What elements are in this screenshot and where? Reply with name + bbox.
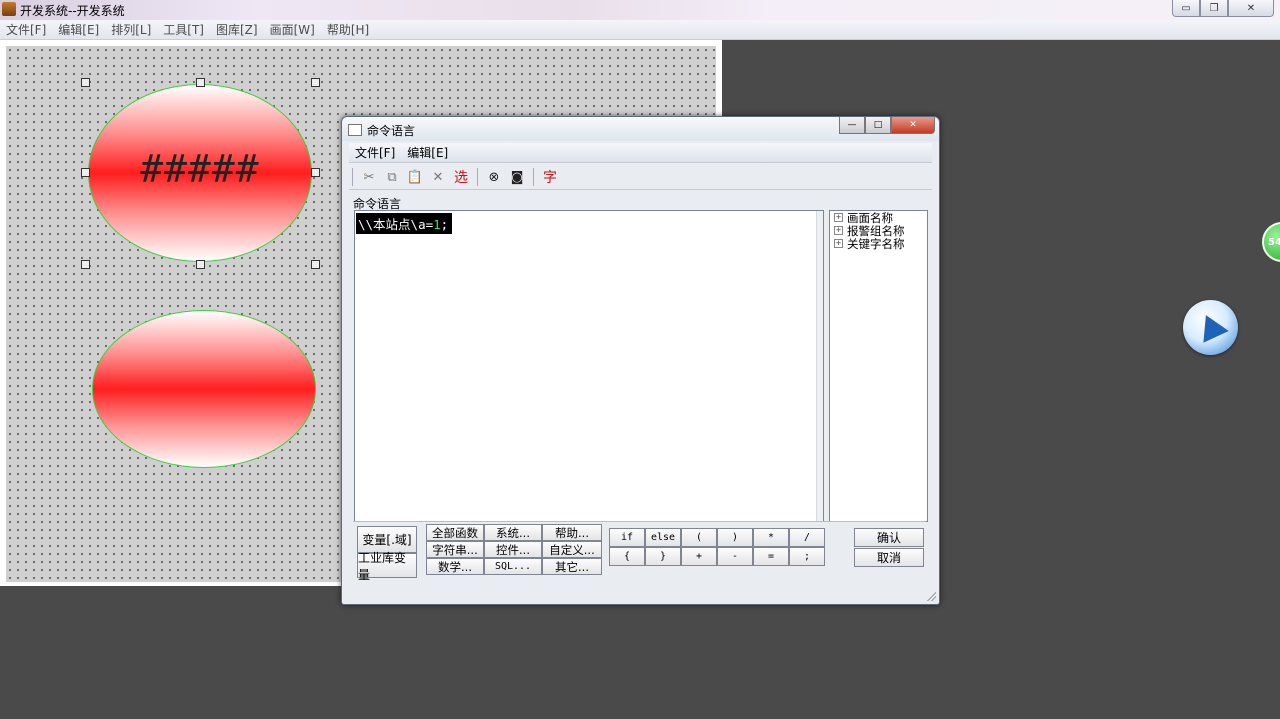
custom-functions-button[interactable]: 自定义... bbox=[542, 541, 602, 558]
resize-handle-l[interactable] bbox=[81, 168, 90, 177]
name-tree[interactable]: + 画面名称 + 报警组名称 + 关键字名称 bbox=[829, 210, 928, 522]
op-minus-button[interactable]: - bbox=[717, 547, 753, 566]
resize-handle-tl[interactable] bbox=[81, 78, 90, 87]
dialog-minimize-button[interactable]: — bbox=[839, 117, 865, 134]
dialog-close-button[interactable]: ✕ bbox=[891, 117, 935, 134]
menu-file[interactable]: 文件[F] bbox=[0, 21, 52, 38]
all-functions-button[interactable]: 全部函数 bbox=[426, 524, 484, 541]
ellipse-shape[interactable] bbox=[92, 310, 316, 468]
minimize-button[interactable]: ▭ bbox=[1172, 0, 1200, 17]
close-button[interactable]: ✕ bbox=[1228, 0, 1274, 17]
toolbar-separator bbox=[533, 168, 534, 186]
op-if-button[interactable]: if bbox=[609, 528, 645, 547]
font-button[interactable]: 字 bbox=[540, 167, 560, 187]
op-multiply-button[interactable]: * bbox=[753, 528, 789, 547]
resize-grip[interactable] bbox=[926, 591, 936, 601]
dialog-titlebar[interactable]: 命令语言 — □ ✕ bbox=[342, 117, 939, 141]
menu-screen[interactable]: 画面[W] bbox=[264, 21, 321, 38]
camera-icon[interactable]: ◙ bbox=[507, 167, 527, 187]
binoculars-icon[interactable]: ⊗ bbox=[484, 167, 504, 187]
code-number: 1 bbox=[433, 217, 441, 232]
math-functions-button[interactable]: 数学... bbox=[426, 558, 484, 575]
resize-handle-br[interactable] bbox=[311, 260, 320, 269]
industrial-db-variable-button[interactable]: 工业库变量 bbox=[357, 551, 417, 582]
menu-library[interactable]: 图库[Z] bbox=[210, 21, 264, 38]
system-functions-button[interactable]: 系统... bbox=[484, 524, 542, 541]
expand-icon[interactable]: + bbox=[834, 226, 843, 235]
control-functions-button[interactable]: 控件... bbox=[484, 541, 542, 558]
op-lbrace-button[interactable]: { bbox=[609, 547, 645, 566]
tree-label: 关键字名称 bbox=[847, 236, 905, 251]
expand-icon[interactable]: + bbox=[834, 213, 843, 222]
op-semicolon-button[interactable]: ; bbox=[789, 547, 825, 566]
dialog-icon bbox=[348, 124, 362, 136]
dialog-window-controls: — □ ✕ bbox=[839, 117, 935, 134]
select-button[interactable]: 选 bbox=[451, 167, 471, 187]
bird-app-icon[interactable] bbox=[1183, 300, 1238, 355]
toolbar-separator bbox=[352, 168, 353, 186]
dialog-menubar: 文件[F] 编辑[E] bbox=[349, 143, 932, 163]
cancel-button[interactable]: 取消 bbox=[854, 548, 924, 567]
dialog-toolbar: ✂ ⧉ 📋 ✕ 选 ⊗ ◙ 字 bbox=[349, 165, 932, 190]
op-else-button[interactable]: else bbox=[645, 528, 681, 547]
badge-text: 54 bbox=[1268, 236, 1280, 248]
dialog-maximize-button[interactable]: □ bbox=[865, 117, 891, 134]
speed-badge[interactable]: 54 bbox=[1262, 222, 1280, 262]
resize-handle-b[interactable] bbox=[196, 260, 205, 269]
help-functions-button[interactable]: 帮助... bbox=[542, 524, 602, 541]
op-rbrace-button[interactable]: } bbox=[645, 547, 681, 566]
op-rparen-button[interactable]: ) bbox=[717, 528, 753, 547]
bird-icon bbox=[1193, 309, 1229, 343]
sql-functions-button[interactable]: SQL... bbox=[484, 558, 542, 575]
toolbar-separator bbox=[477, 168, 478, 186]
other-functions-button[interactable]: 其它... bbox=[542, 558, 602, 575]
app-icon bbox=[2, 2, 16, 16]
expand-icon[interactable]: + bbox=[834, 239, 843, 248]
x-icon[interactable]: ✕ bbox=[428, 167, 448, 187]
resize-handle-bl[interactable] bbox=[81, 260, 90, 269]
op-divide-button[interactable]: / bbox=[789, 528, 825, 547]
command-language-dialog: 命令语言 — □ ✕ 文件[F] 编辑[E] ✂ ⧉ 📋 ✕ 选 ⊗ ◙ 字 命… bbox=[341, 116, 940, 605]
ellipse-shape-selected[interactable]: ##### bbox=[88, 84, 312, 262]
resize-handle-t[interactable] bbox=[196, 78, 205, 87]
menu-arrange[interactable]: 排列[L] bbox=[105, 21, 157, 38]
tree-node-keywords[interactable]: + 关键字名称 bbox=[830, 236, 927, 251]
code-prefix: \\本站点\a= bbox=[358, 217, 434, 232]
string-functions-button[interactable]: 字符串... bbox=[426, 541, 484, 558]
op-equals-button[interactable]: = bbox=[753, 547, 789, 566]
resize-handle-tr[interactable] bbox=[311, 78, 320, 87]
code-suffix: ; bbox=[440, 217, 449, 232]
op-lparen-button[interactable]: ( bbox=[681, 528, 717, 547]
menu-help[interactable]: 帮助[H] bbox=[321, 21, 375, 38]
main-menubar: 文件[F] 编辑[E] 排列[L] 工具[T] 图库[Z] 画面[W] 帮助[H… bbox=[0, 20, 1280, 40]
resize-handle-r[interactable] bbox=[311, 168, 320, 177]
ellipse-text: ##### bbox=[140, 147, 260, 191]
op-plus-button[interactable]: + bbox=[681, 547, 717, 566]
dialog-menu-file[interactable]: 文件[F] bbox=[349, 144, 401, 161]
window-title: 开发系统--开发系统 bbox=[20, 4, 125, 18]
dialog-menu-edit[interactable]: 编辑[E] bbox=[401, 144, 454, 161]
confirm-button[interactable]: 确认 bbox=[854, 528, 924, 547]
menu-edit[interactable]: 编辑[E] bbox=[52, 21, 105, 38]
selected-code-line[interactable]: \\本站点\a=1; bbox=[356, 213, 453, 234]
editor-scrollbar[interactable] bbox=[816, 211, 823, 521]
copy-icon[interactable]: ⧉ bbox=[382, 167, 402, 187]
window-controls: ▭ ❐ ✕ bbox=[1172, 0, 1274, 17]
restore-button[interactable]: ❐ bbox=[1200, 0, 1228, 17]
code-editor[interactable]: \\本站点\a=1; bbox=[354, 210, 824, 522]
scissors-icon[interactable]: ✂ bbox=[359, 167, 379, 187]
divider bbox=[353, 521, 926, 522]
menu-tools[interactable]: 工具[T] bbox=[157, 21, 210, 38]
paste-icon[interactable]: 📋 bbox=[405, 167, 425, 187]
main-titlebar: 开发系统--开发系统 ▭ ❐ ✕ bbox=[0, 0, 1280, 20]
dialog-title: 命令语言 bbox=[367, 124, 416, 138]
